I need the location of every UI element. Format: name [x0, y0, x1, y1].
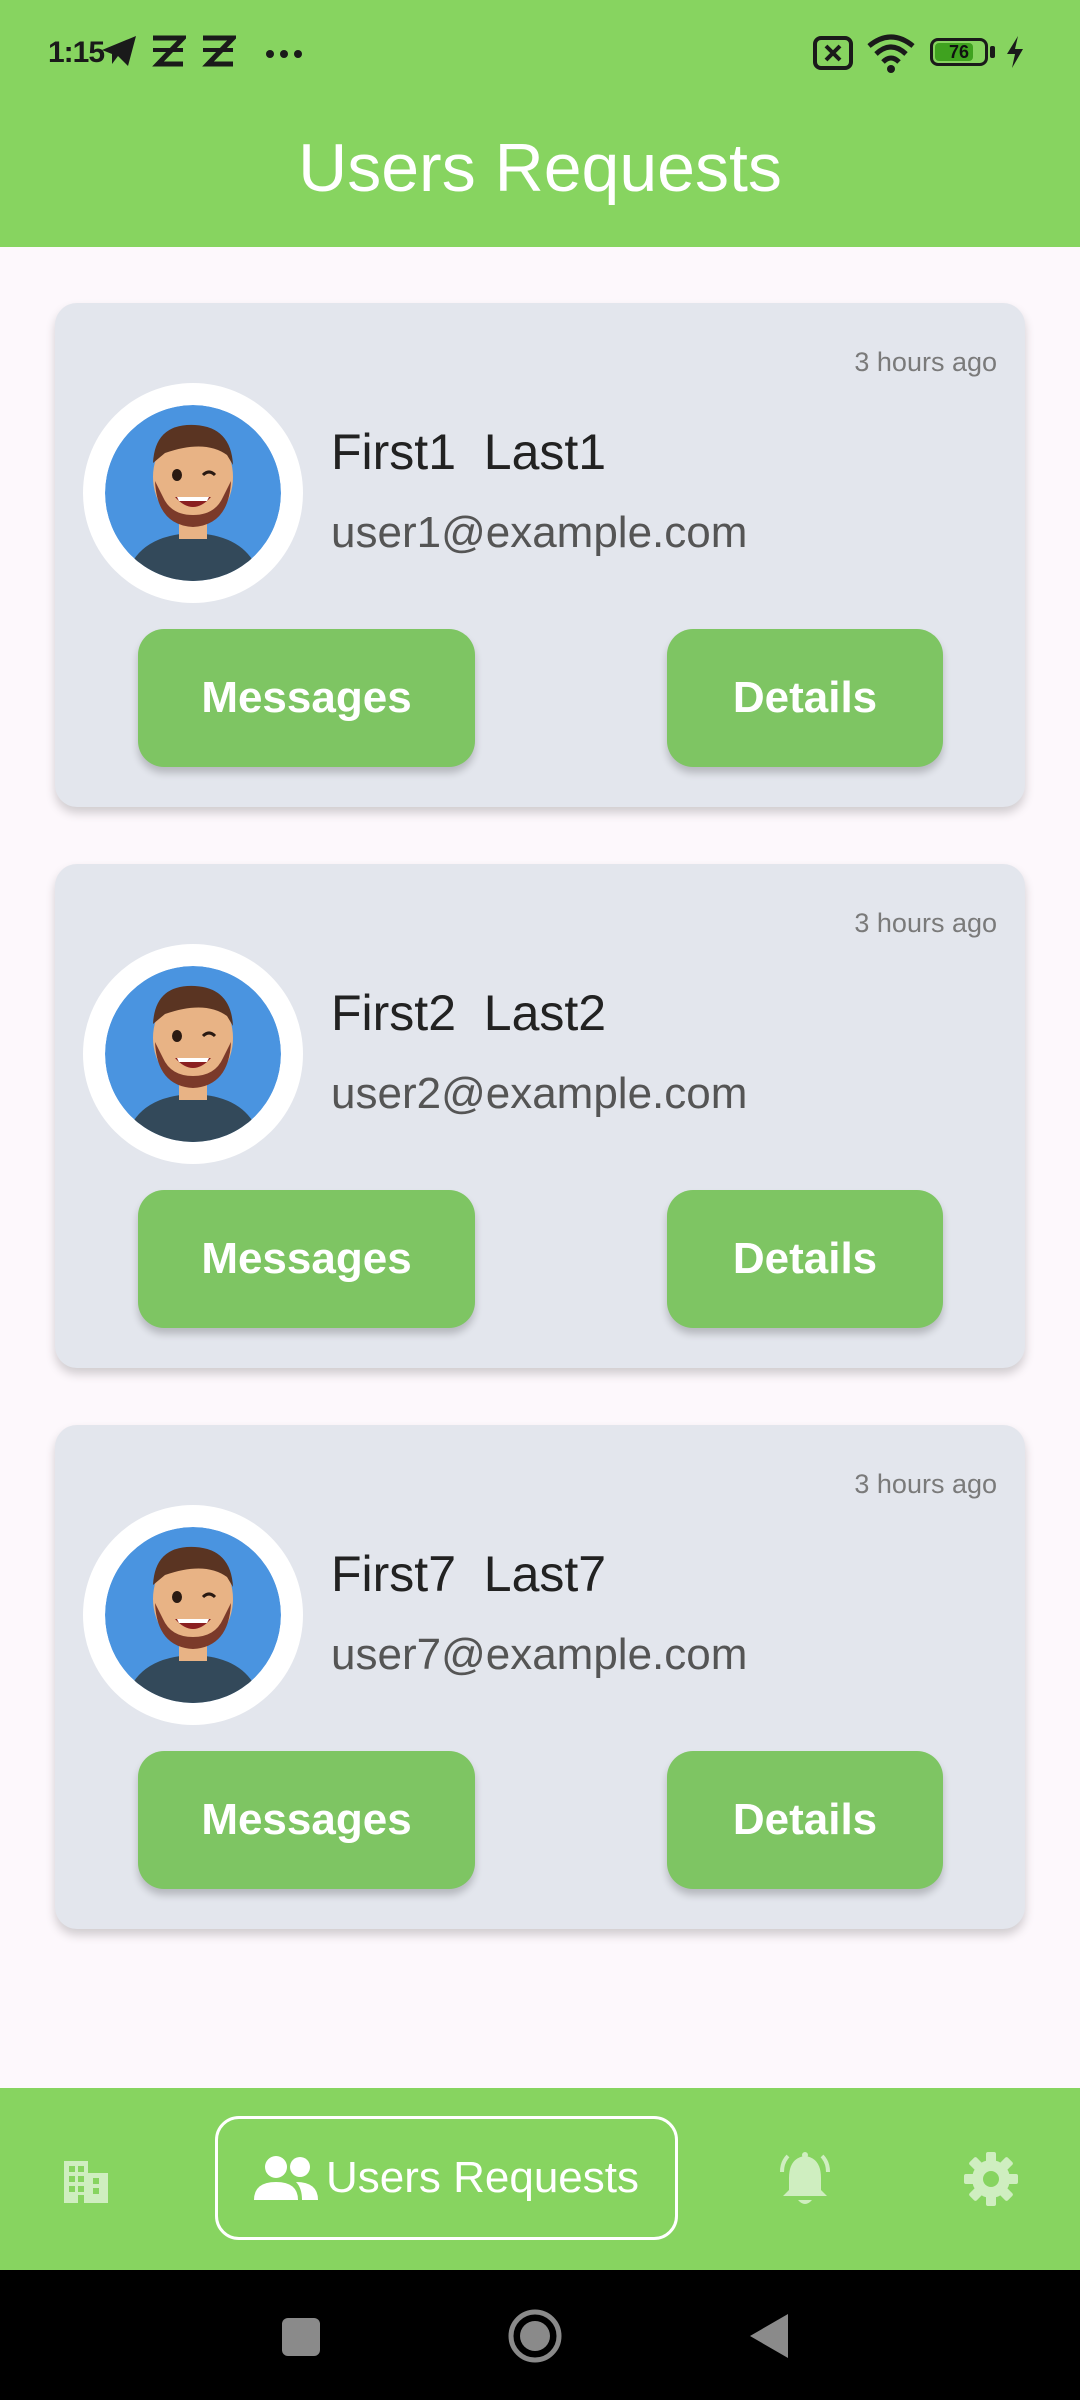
user-name: First7 Last7: [331, 1546, 607, 1602]
messages-button[interactable]: Messages: [138, 1751, 475, 1889]
recents-icon[interactable]: [282, 2318, 320, 2356]
nav-users-requests[interactable]: Users Requests: [215, 2116, 678, 2240]
request-card: 3 hours ago First1 Last1 user1@example.c…: [55, 303, 1025, 807]
user-name: First1 Last1: [331, 424, 607, 480]
user-name: First2 Last2: [331, 985, 607, 1041]
messages-button[interactable]: Messages: [138, 1190, 475, 1328]
home-icon[interactable]: [507, 2308, 563, 2364]
user-email: user7@example.com: [331, 1630, 748, 1679]
app-notification-icon: [152, 35, 186, 67]
wifi-icon: [867, 34, 915, 73]
more-notifications-icon: [266, 50, 302, 58]
bottom-nav: Users Requests: [0, 2088, 1080, 2270]
app-header: 1:15 76 Users Requests: [0, 0, 1080, 247]
people-icon: [253, 2156, 318, 2200]
user-email: user1@example.com: [331, 508, 748, 557]
system-nav-bar: [0, 2270, 1080, 2400]
details-button[interactable]: Details: [667, 1751, 943, 1889]
request-card: 3 hours ago First7 Last7 user7@example.c…: [55, 1425, 1025, 1929]
no-sim-icon: [813, 36, 853, 70]
user-email: user2@example.com: [331, 1069, 748, 1118]
page-title: Users Requests: [298, 130, 782, 206]
request-time: 3 hours ago: [854, 347, 997, 377]
app-notification-icon: [202, 35, 236, 67]
details-button[interactable]: Details: [667, 629, 943, 767]
bell-icon[interactable]: [776, 2150, 834, 2210]
nav-users-requests-label: Users Requests: [325, 2153, 639, 2202]
building-icon[interactable]: [58, 2153, 114, 2209]
messages-button[interactable]: Messages: [138, 629, 475, 767]
request-time: 3 hours ago: [854, 908, 997, 938]
telegram-icon: [102, 36, 136, 66]
avatar: [83, 1505, 303, 1725]
status-bar: 1:15 76: [0, 0, 1080, 108]
request-card: 3 hours ago First2 Last2 user2@example.c…: [55, 864, 1025, 1368]
avatar: [83, 383, 303, 603]
back-icon[interactable]: [748, 2312, 790, 2360]
status-time: 1:15: [48, 36, 105, 69]
gear-icon[interactable]: [962, 2150, 1020, 2208]
battery-icon: 76: [930, 38, 988, 66]
details-button[interactable]: Details: [667, 1190, 943, 1328]
request-time: 3 hours ago: [854, 1469, 997, 1499]
avatar: [83, 944, 303, 1164]
charging-icon: [1007, 36, 1023, 68]
